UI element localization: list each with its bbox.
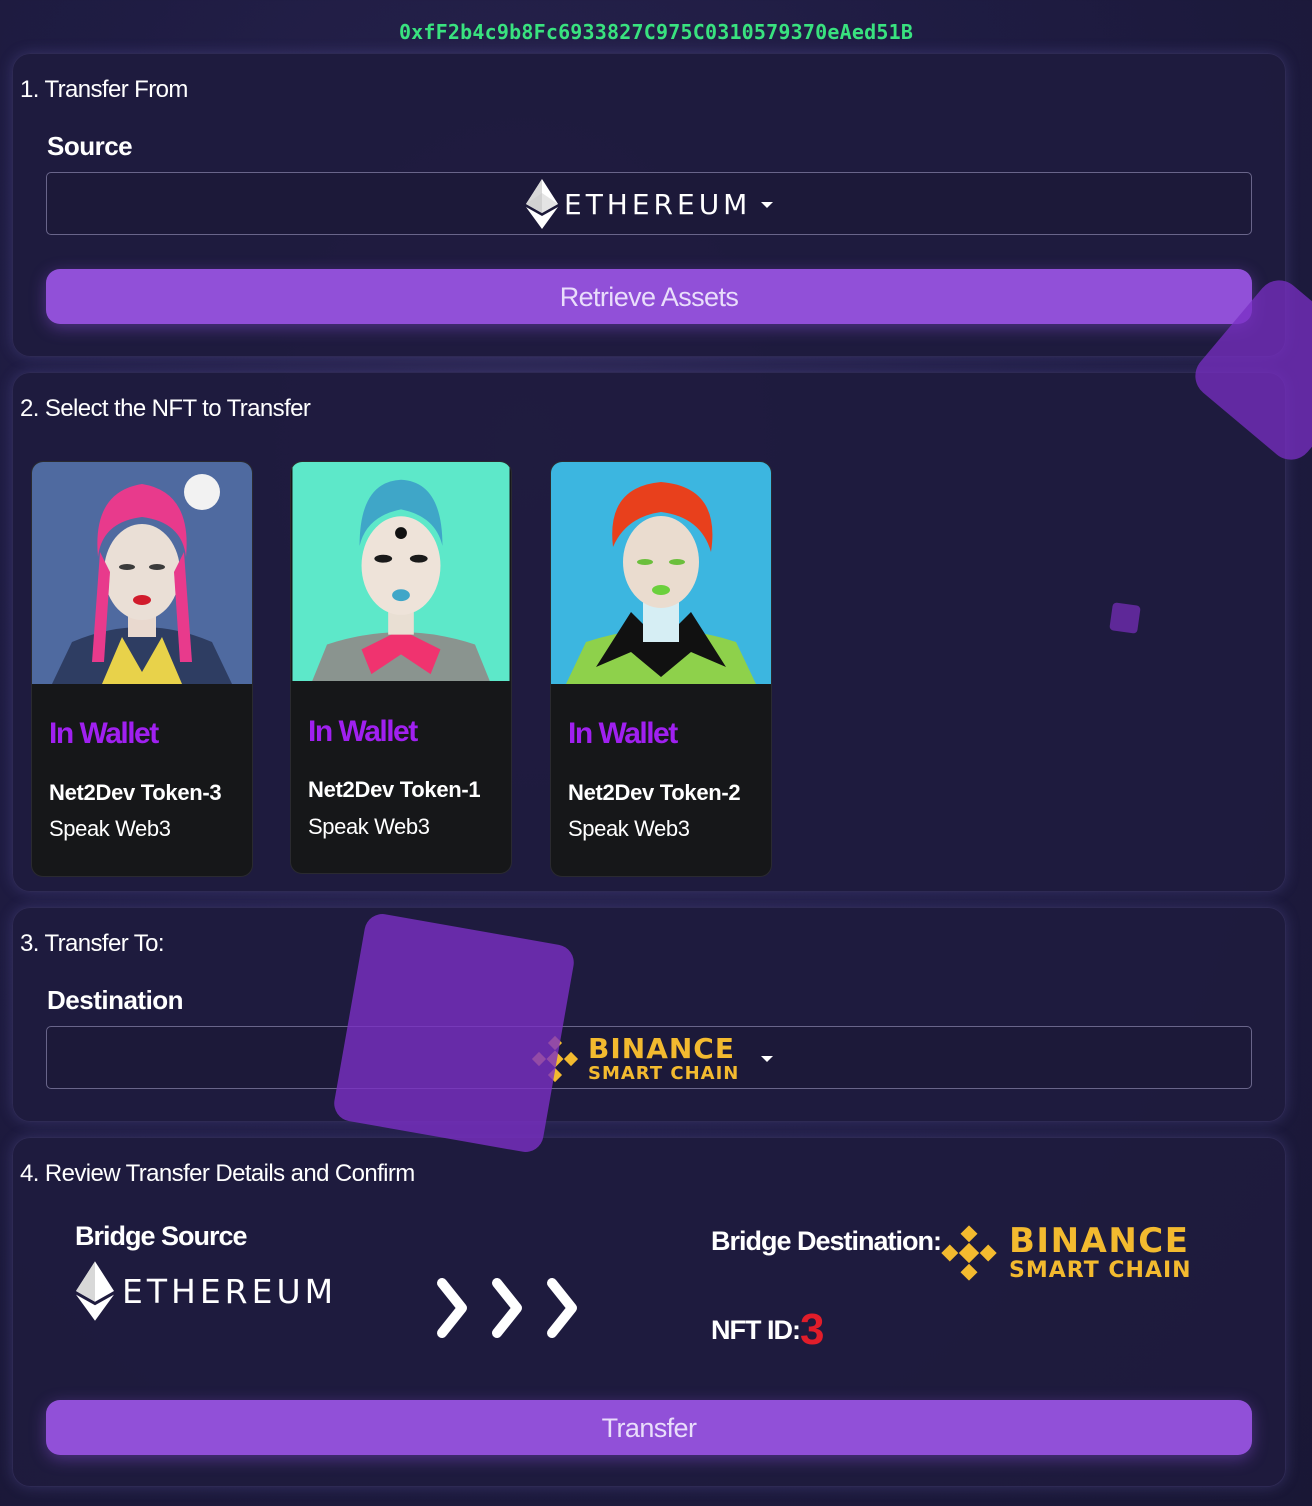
decorative-square-small — [1109, 602, 1141, 634]
bridge-destination-label: Bridge Destination: — [711, 1226, 942, 1256]
smart-chain-wordmark: SMART CHAIN — [588, 1063, 740, 1084]
panel-title: 2. Select the NFT to Transfer — [20, 395, 311, 422]
source-chain-logo: ETHEREUM — [526, 179, 751, 229]
destination-label: Destination — [47, 985, 184, 1015]
binance-wordmark: BINANCE — [1009, 1221, 1190, 1261]
transfer-button[interactable]: Transfer — [46, 1400, 1252, 1455]
bridge-source-label: Bridge Source — [75, 1221, 248, 1251]
destination-select[interactable]: BINANCE SMART CHAIN — [46, 1026, 1252, 1089]
nft-card[interactable]: In Wallet Net2Dev Token-1 Speak Web3 — [290, 461, 512, 874]
ethereum-icon — [526, 179, 558, 229]
nft-collection: Speak Web3 — [568, 816, 690, 841]
select-nft-panel: 2. Select the NFT to Transfer In Wallet … — [12, 372, 1286, 892]
nft-image — [32, 462, 252, 684]
wallet-address: 0xfF2b4c9b8Fc6933827C975C0310579370eAed5… — [398, 20, 914, 44]
review-panel: 4. Review Transfer Details and Confirm B… — [12, 1137, 1286, 1487]
nft-status: In Wallet — [308, 715, 418, 748]
panel-title: 3. Transfer To: — [20, 930, 165, 957]
source-chain-name: ETHEREUM — [564, 187, 752, 221]
source-select[interactable]: ETHEREUM — [46, 172, 1252, 235]
panel-title: 4. Review Transfer Details and Confirm — [20, 1160, 415, 1187]
nft-id-label: NFT ID: — [711, 1315, 801, 1345]
nft-card[interactable]: In Wallet Net2Dev Token-2 Speak Web3 — [550, 461, 772, 877]
nft-name: Net2Dev Token-2 — [568, 780, 741, 805]
transfer-to-panel: 3. Transfer To: Destination BINANCE SMAR… — [12, 907, 1286, 1122]
panel-title: 1. Transfer From — [20, 76, 188, 103]
binance-icon — [941, 1225, 997, 1281]
nft-image — [292, 462, 510, 681]
destination-chain-name: BINANCE SMART CHAIN — [588, 1035, 739, 1083]
source-label: Source — [47, 131, 133, 161]
nft-status: In Wallet — [568, 717, 678, 750]
arrows-icon — [437, 1278, 577, 1338]
nft-name: Net2Dev Token-3 — [49, 780, 222, 805]
nft-id-value: 3 — [800, 1305, 825, 1354]
bridge-destination-logo: BINANCE SMART CHAIN — [939, 1223, 1192, 1283]
nft-image — [551, 462, 771, 684]
chevron-down-icon — [761, 202, 773, 208]
nft-name: Net2Dev Token-1 — [308, 777, 481, 802]
bridge-source-logo: ETHEREUM — [76, 1259, 337, 1323]
destination-chain-logo: BINANCE SMART CHAIN — [530, 1034, 739, 1084]
bridge-source-name: ETHEREUM — [122, 1271, 338, 1311]
smart-chain-wordmark: SMART CHAIN — [1009, 1258, 1192, 1283]
binance-wordmark: BINANCE — [588, 1032, 735, 1065]
nft-status: In Wallet — [49, 717, 159, 750]
transfer-from-panel: 1. Transfer From Source ETHEREUM Retriev… — [12, 53, 1286, 357]
decorative-shape-center — [331, 911, 577, 1155]
nft-collection: Speak Web3 — [49, 816, 171, 841]
chevron-down-icon — [761, 1056, 773, 1062]
ethereum-icon — [76, 1261, 114, 1321]
nft-collection: Speak Web3 — [308, 814, 430, 839]
retrieve-assets-button[interactable]: Retrieve Assets — [46, 269, 1252, 324]
nft-card[interactable]: In Wallet Net2Dev Token-3 Speak Web3 — [31, 461, 253, 877]
bridge-destination-name: BINANCE SMART CHAIN — [1009, 1224, 1192, 1282]
